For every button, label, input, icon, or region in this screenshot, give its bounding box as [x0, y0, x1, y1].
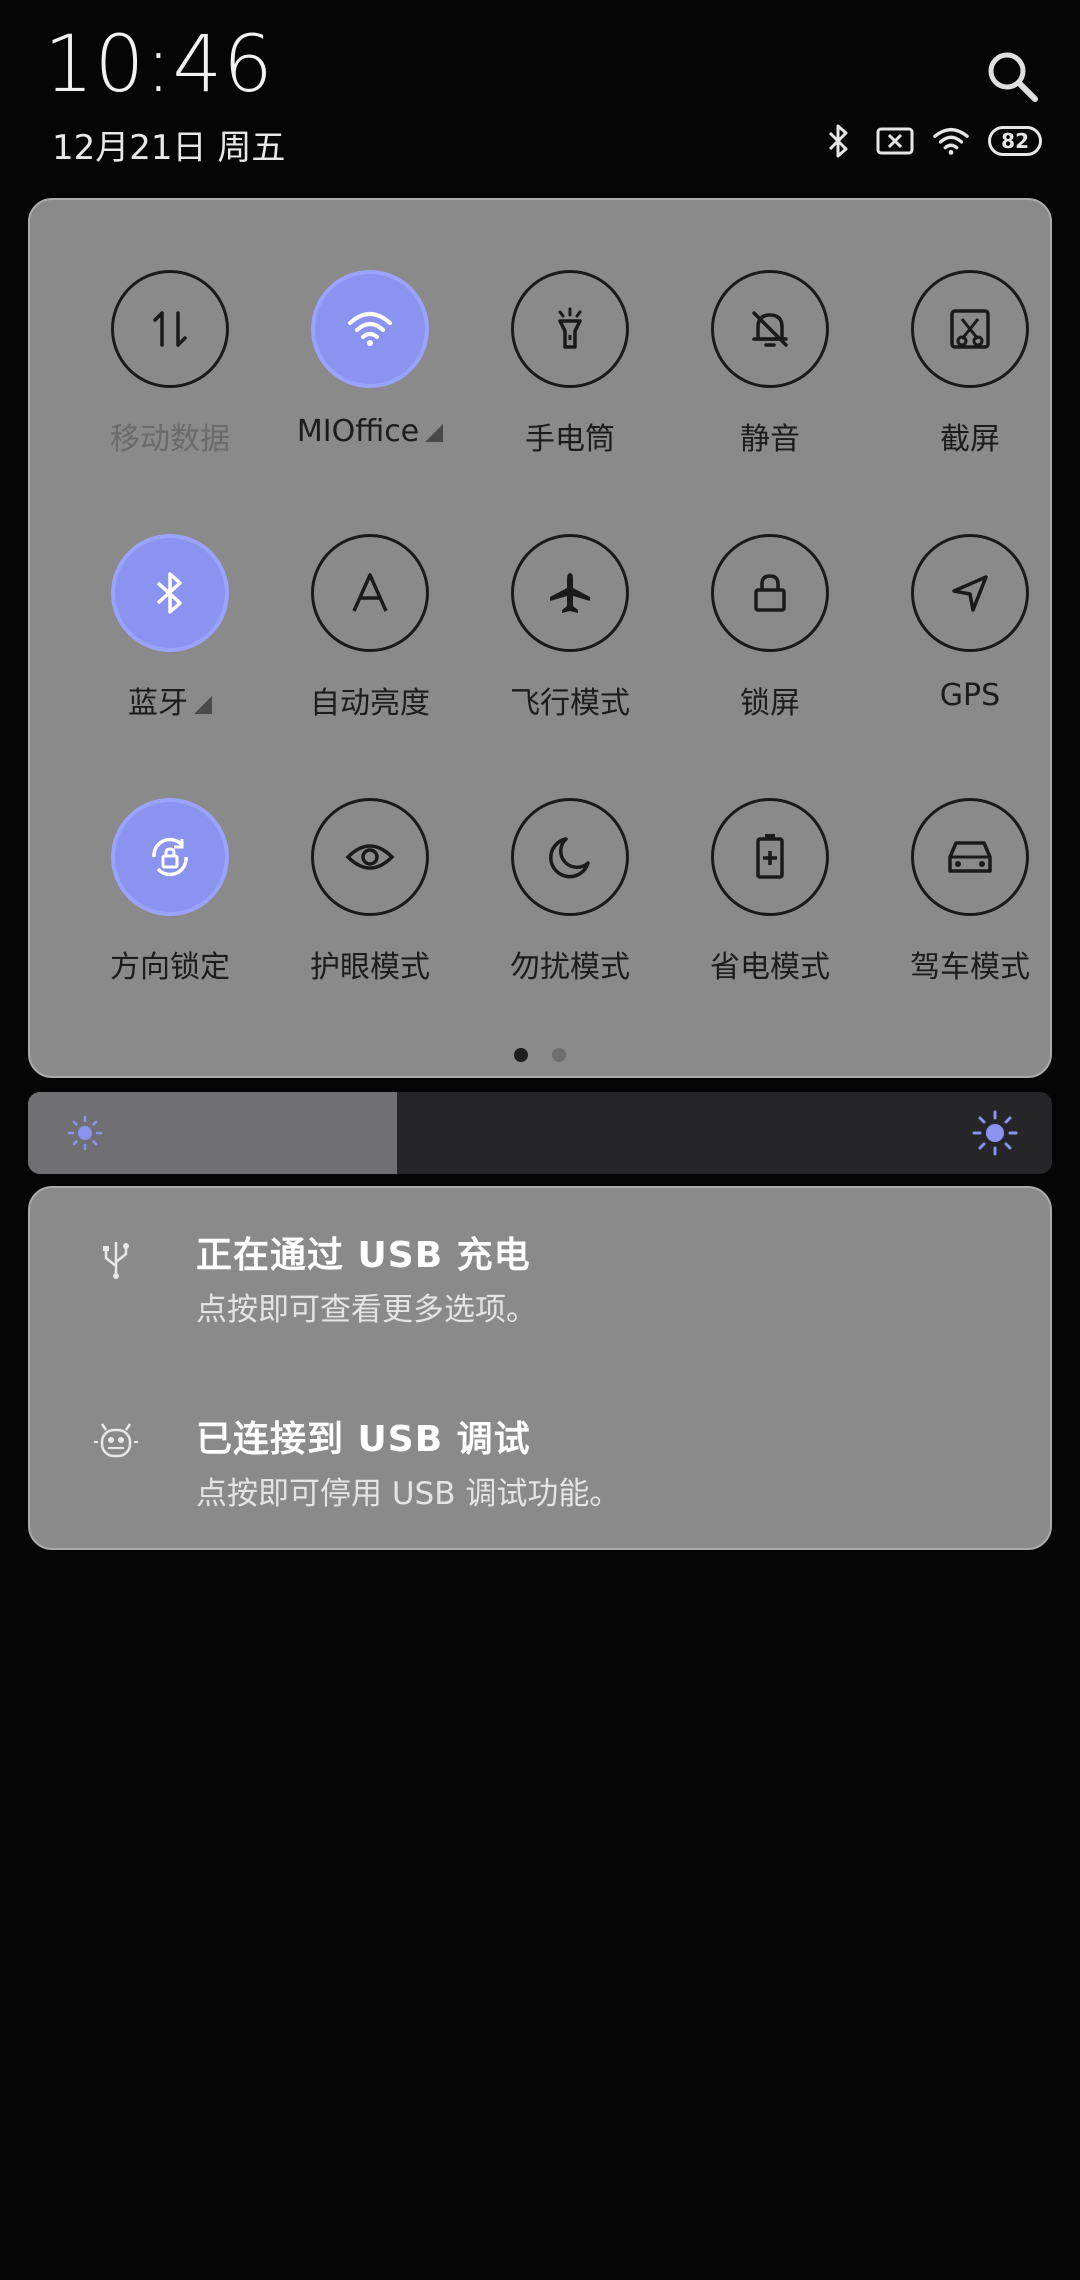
car-icon: [911, 798, 1029, 916]
date[interactable]: 12月21日 周五: [52, 120, 285, 169]
brightness-low-icon: [66, 1114, 104, 1152]
notification-shade: 10:46 12月21日 周五 82 移动数据 MIOffice 手电筒 静音 …: [0, 0, 1080, 2280]
tile-driving-mode[interactable]: 驾车模式: [870, 798, 1070, 986]
expand-caret-icon[interactable]: [425, 423, 444, 442]
brightness-high-icon: [972, 1110, 1018, 1156]
airplane-icon: [511, 534, 629, 652]
tile-wifi[interactable]: MIOffice: [270, 270, 470, 449]
tile-label: 蓝牙: [128, 686, 188, 721]
tile-label: 护眼模式: [310, 950, 430, 985]
tile-eye-care[interactable]: 护眼模式: [270, 798, 470, 986]
eye-icon: [311, 798, 429, 916]
mobile-data-icon: [111, 270, 229, 388]
tile-bluetooth[interactable]: 蓝牙: [70, 534, 270, 722]
lock-icon: [711, 534, 829, 652]
flashlight-icon: [511, 270, 629, 388]
android-debug-icon: [86, 1412, 146, 1472]
notification-usb-charging[interactable]: 正在通过 USB 充电 点按即可查看更多选项。: [30, 1188, 1054, 1348]
tile-label: MIOffice: [296, 414, 420, 449]
notification-subtitle: 点按即可停用 USB 调试功能。: [196, 1476, 621, 1512]
tile-label: 飞行模式: [510, 686, 630, 721]
no-sim-icon: [876, 122, 914, 160]
tile-label: 移动数据: [110, 422, 230, 457]
auto-brightness-icon: [311, 534, 429, 652]
tile-gps[interactable]: GPS: [870, 534, 1070, 713]
tile-label: GPS: [939, 678, 1001, 713]
tile-label: 手电筒: [525, 422, 615, 457]
tile-label: 截屏: [940, 422, 1000, 457]
page-indicator: [30, 1048, 1050, 1062]
tile-rotation-lock[interactable]: 方向锁定: [70, 798, 270, 986]
tile-lock-screen[interactable]: 锁屏: [670, 534, 870, 722]
quick-settings-panel: 移动数据 MIOffice 手电筒 静音 截屏 蓝牙 自动亮度 飞行模式 锁屏 …: [28, 198, 1052, 1078]
tile-do-not-disturb[interactable]: 勿扰模式: [470, 798, 670, 986]
tile-mute[interactable]: 静音: [670, 270, 870, 458]
tile-label: 锁屏: [740, 686, 800, 721]
page-dot-active: [514, 1048, 528, 1062]
tile-screenshot[interactable]: 截屏: [870, 270, 1070, 458]
notification-subtitle: 点按即可查看更多选项。: [196, 1292, 537, 1328]
tile-label: 勿扰模式: [510, 950, 630, 985]
status-bar-icons: 82: [820, 122, 1042, 160]
notification-title: 已连接到 USB 调试: [196, 1419, 531, 1460]
expand-caret-icon[interactable]: [194, 695, 212, 714]
tile-label: 方向锁定: [110, 950, 230, 985]
tile-label: 驾车模式: [910, 950, 1030, 985]
rotation-lock-icon: [111, 798, 229, 916]
bluetooth-icon: [820, 122, 858, 160]
tile-flashlight[interactable]: 手电筒: [470, 270, 670, 458]
search-icon[interactable]: [984, 48, 1040, 104]
moon-icon: [511, 798, 629, 916]
tile-mobile-data[interactable]: 移动数据: [70, 270, 270, 458]
notification-usb-debugging[interactable]: 已连接到 USB 调试 点按即可停用 USB 调试功能。: [30, 1372, 1054, 1532]
page-dot: [552, 1048, 566, 1062]
tile-label: 静音: [740, 422, 800, 457]
tile-battery-saver[interactable]: 省电模式: [670, 798, 870, 986]
location-icon: [911, 534, 1029, 652]
usb-icon: [86, 1228, 146, 1288]
notification-card: 正在通过 USB 充电 点按即可查看更多选项。 已连接到 USB 调试 点按即可…: [28, 1186, 1052, 1550]
tile-label: 自动亮度: [310, 686, 430, 721]
notification-title: 正在通过 USB 充电: [196, 1235, 531, 1276]
battery-saver-icon: [711, 798, 829, 916]
tile-auto-brightness[interactable]: 自动亮度: [270, 534, 470, 722]
mute-icon: [711, 270, 829, 388]
wifi-icon: [932, 122, 970, 160]
bluetooth-icon: [111, 534, 229, 652]
tile-label: 省电模式: [710, 950, 830, 985]
screenshot-icon: [911, 270, 1029, 388]
tile-airplane[interactable]: 飞行模式: [470, 534, 670, 722]
battery-icon: 82: [988, 126, 1042, 156]
wifi-icon: [311, 270, 429, 388]
clock[interactable]: 10:46: [44, 20, 274, 110]
brightness-slider[interactable]: [28, 1092, 1052, 1174]
